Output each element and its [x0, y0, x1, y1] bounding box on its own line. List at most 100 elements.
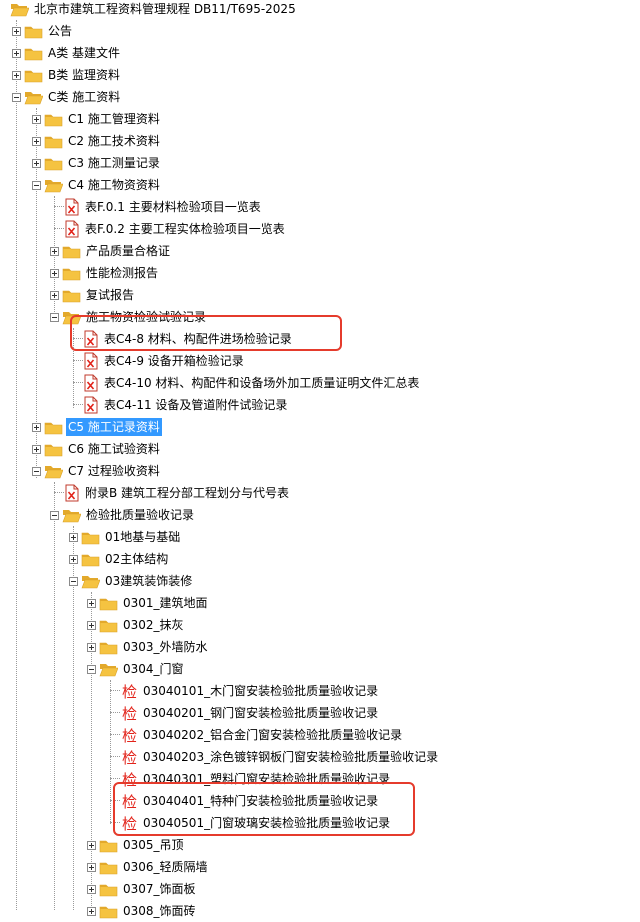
tree-item-label: C1 施工管理资料: [68, 112, 160, 126]
excel-file-icon: [84, 374, 98, 392]
tree-item-cat-b[interactable]: B类 监理资料: [12, 64, 122, 86]
expand-toggle[interactable]: [87, 840, 96, 850]
tree-item-0303[interactable]: 0303_外墙防水: [87, 636, 210, 658]
folder-open-icon: [10, 4, 29, 17]
tree-item-label: 02主体结构: [105, 552, 169, 566]
folder-icon: [81, 532, 100, 545]
folder-open-icon: [81, 576, 100, 589]
tree-item-label: C6 施工试验资料: [68, 442, 160, 456]
expand-toggle[interactable]: [50, 268, 59, 278]
tree-item-c4[interactable]: C4 施工物资资料: [32, 174, 162, 196]
tree-item-label: 0303_外墙防水: [123, 640, 208, 654]
folder-open-icon: [99, 664, 118, 677]
tree-item-label: 复试报告: [86, 288, 135, 302]
tree-item-0302[interactable]: 0302_抹灰: [87, 614, 186, 636]
tree-item-03040203[interactable]: 检 03040203_涂色镀锌钢板门窗安装检验批质量验收记录: [120, 746, 440, 768]
expand-toggle[interactable]: [87, 862, 96, 872]
collapse-toggle[interactable]: [32, 466, 41, 476]
tree-root[interactable]: 北京市建筑工程资料管理规程 DB11/T695-2025: [0, 0, 298, 20]
tree-item-c7-appendix-b[interactable]: 附录B 建筑工程分部工程划分与代号表: [64, 482, 291, 504]
tree-item-label: 表C4-10 材料、构配件和设备场外加工质量证明文件汇总表: [104, 376, 420, 390]
tree-item-label: 0305_吊顶: [123, 838, 184, 852]
tree-item-c4-11[interactable]: 表C4-11 设备及管道附件试验记录: [83, 394, 289, 416]
tree-item-0307[interactable]: 0307_饰面板: [87, 878, 198, 900]
expand-toggle[interactable]: [32, 444, 41, 454]
tree-item-0306[interactable]: 0306_轻质隔墙: [87, 856, 210, 878]
tree-item-label-selected: C5 施工记录资料: [66, 418, 162, 436]
collapse-toggle[interactable]: [50, 312, 59, 322]
folder-icon: [44, 158, 63, 171]
tree-item-label: C2 施工技术资料: [68, 134, 160, 148]
tree-item-0305[interactable]: 0305_吊顶: [87, 834, 186, 856]
expand-toggle[interactable]: [12, 26, 21, 36]
expand-toggle[interactable]: [87, 884, 96, 894]
tree-item-03040101[interactable]: 检 03040101_木门窗安装检验批质量验收记录: [120, 680, 380, 702]
inspection-record-icon: 检: [121, 748, 137, 767]
collapse-toggle[interactable]: [87, 664, 96, 674]
expand-toggle[interactable]: [12, 48, 21, 58]
tree-item-b03[interactable]: 03建筑装饰装修: [69, 570, 194, 592]
expand-toggle[interactable]: [32, 158, 41, 168]
tree-item-c4-retest[interactable]: 复试报告: [50, 284, 136, 306]
expand-toggle[interactable]: [69, 554, 78, 564]
collapse-toggle[interactable]: [12, 92, 21, 102]
folder-icon: [44, 136, 63, 149]
tree-item-03040201[interactable]: 检 03040201_钢门窗安装检验批质量验收记录: [120, 702, 380, 724]
expand-toggle[interactable]: [12, 70, 21, 80]
tree-item-label: A类 基建文件: [48, 46, 121, 60]
tree-item-label: C类 施工资料: [48, 90, 121, 104]
expand-toggle[interactable]: [50, 246, 59, 256]
tree-item-announcement[interactable]: 公告: [12, 20, 74, 42]
expand-toggle[interactable]: [87, 906, 96, 916]
tree-item-0308[interactable]: 0308_饰面砖: [87, 900, 198, 922]
tree-item-label: 公告: [48, 24, 73, 38]
tree-item-label: 03建筑装饰装修: [105, 574, 193, 588]
tree-item-label: 0301_建筑地面: [123, 596, 208, 610]
excel-file-icon: [65, 484, 79, 502]
expand-toggle[interactable]: [87, 620, 96, 630]
tree-item-b01[interactable]: 01地基与基础: [69, 526, 182, 548]
tree-item-c7[interactable]: C7 过程验收资料: [32, 460, 162, 482]
tree-item-c1[interactable]: C1 施工管理资料: [32, 108, 162, 130]
tree-item-label: 表F.0.1 主要材料检验项目一览表: [85, 200, 261, 214]
expand-toggle[interactable]: [87, 642, 96, 652]
tree-item-c6[interactable]: C6 施工试验资料: [32, 438, 162, 460]
tree-item-label: 03040203_涂色镀锌钢板门窗安装检验批质量验收记录: [143, 750, 439, 764]
tree-item-0304[interactable]: 0304_门窗: [87, 658, 186, 680]
tree-item-cat-c[interactable]: C类 施工资料: [12, 86, 122, 108]
expand-toggle[interactable]: [32, 114, 41, 124]
tree-item-c4-cert[interactable]: 产品质量合格证: [50, 240, 172, 262]
tree-item-c4-f01[interactable]: 表F.0.1 主要材料检验项目一览表: [64, 196, 263, 218]
folder-open-icon: [44, 180, 63, 193]
tree-item-c4-perf[interactable]: 性能检测报告: [50, 262, 160, 284]
folder-icon: [81, 554, 100, 567]
tree-item-label: 03040201_钢门窗安装检验批质量验收记录: [143, 706, 379, 720]
tree-item-label: C7 过程验收资料: [68, 464, 160, 478]
tree-item-c2[interactable]: C2 施工技术资料: [32, 130, 162, 152]
collapse-toggle[interactable]: [69, 576, 78, 586]
tree-item-c3[interactable]: C3 施工测量记录: [32, 152, 162, 174]
tree-item-c4-f02[interactable]: 表F.0.2 主要工程实体检验项目一览表: [64, 218, 287, 240]
expand-toggle[interactable]: [32, 136, 41, 146]
tree-item-0301[interactable]: 0301_建筑地面: [87, 592, 210, 614]
tree-item-c4-10[interactable]: 表C4-10 材料、构配件和设备场外加工质量证明文件汇总表: [83, 372, 421, 394]
collapse-toggle[interactable]: [50, 510, 59, 520]
tree-item-label: C3 施工测量记录: [68, 156, 160, 170]
tree-item-03040202[interactable]: 检 03040202_铝合金门窗安装检验批质量验收记录: [120, 724, 404, 746]
expand-toggle[interactable]: [50, 290, 59, 300]
expand-toggle[interactable]: [69, 532, 78, 542]
folder-icon: [44, 114, 63, 127]
tree-item-c4-9[interactable]: 表C4-9 设备开箱检验记录: [83, 350, 246, 372]
expand-toggle[interactable]: [87, 598, 96, 608]
inspection-record-icon: 检: [121, 682, 137, 701]
tree-item-c7-batch[interactable]: 检验批质量验收记录: [50, 504, 196, 526]
collapse-toggle[interactable]: [32, 180, 41, 190]
folder-icon: [99, 620, 118, 633]
tree-item-b02[interactable]: 02主体结构: [69, 548, 170, 570]
tree-item-cat-a[interactable]: A类 基建文件: [12, 42, 122, 64]
folder-icon: [24, 48, 43, 61]
expand-toggle[interactable]: [32, 422, 41, 432]
tree-item-c5[interactable]: C5 施工记录资料: [32, 416, 162, 438]
tree-item-label: 0304_门窗: [123, 662, 184, 676]
folder-open-icon: [62, 510, 81, 523]
